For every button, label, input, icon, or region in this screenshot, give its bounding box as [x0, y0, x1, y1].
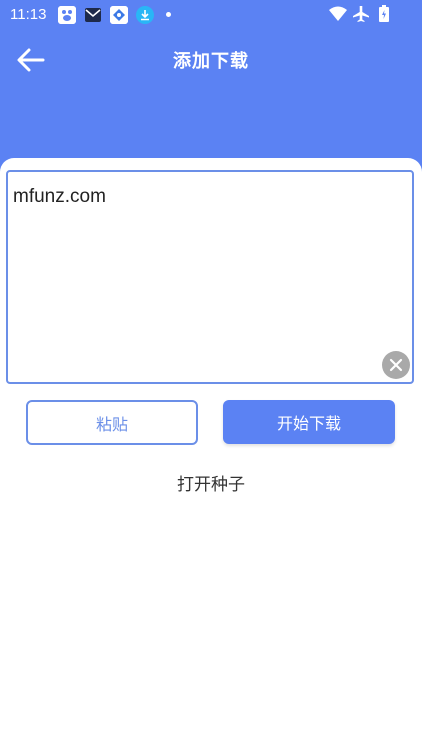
clear-input-button[interactable] [382, 351, 410, 379]
download-icon [136, 6, 154, 24]
screen: 11:13 添加下载 mfunz.com 粘贴 开始下载 打开种子 [0, 0, 422, 750]
more-notifications-dot-icon [166, 12, 171, 17]
mail-icon [84, 6, 102, 24]
status-bar: 11:13 [0, 0, 422, 30]
start-download-button[interactable]: 开始下载 [223, 400, 395, 444]
close-icon [389, 358, 403, 372]
baidu-netdisk-icon [58, 6, 76, 24]
paste-button[interactable]: 粘贴 [26, 400, 198, 445]
url-input-value: mfunz.com [13, 186, 106, 207]
page-title: 添加下载 [173, 51, 249, 72]
battery-icon [378, 5, 390, 27]
wifi-icon [328, 5, 348, 27]
url-input[interactable]: mfunz.com [6, 170, 414, 384]
airplane-icon [352, 5, 370, 27]
status-time: 11:13 [10, 6, 47, 23]
app-store-icon [110, 6, 128, 24]
open-torrent-link[interactable]: 打开种子 [0, 470, 422, 495]
